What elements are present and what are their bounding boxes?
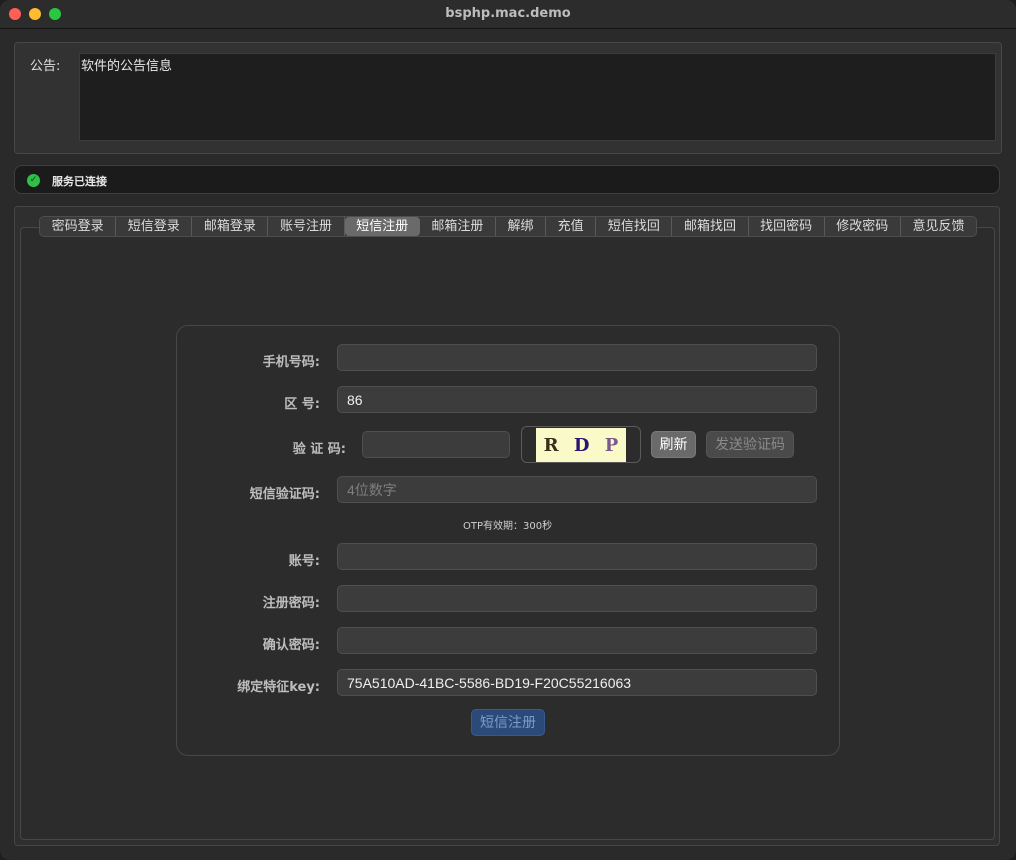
status-text: 服务已连接 [52, 175, 107, 188]
captcha-char: P [604, 434, 619, 456]
bind-key-input[interactable] [337, 669, 817, 696]
tab-email-register[interactable]: 邮箱注册 [420, 217, 496, 236]
title-bar: bsphp.mac.demo [0, 0, 1016, 29]
tab-feedback[interactable]: 意见反馈 [901, 217, 976, 236]
tab-change-password[interactable]: 修改密码 [825, 217, 901, 236]
otp-validity-hint: OTP有效期：300秒 [463, 521, 553, 532]
confirm-password-label: 确认密码: [262, 638, 320, 653]
confirm-password-input[interactable] [337, 627, 817, 654]
password-input[interactable] [337, 585, 817, 612]
notice-label: 公告: [30, 59, 61, 74]
tab-email-login[interactable]: 邮箱登录 [192, 217, 269, 236]
sms-code-input[interactable] [337, 476, 817, 503]
tab-recover-password[interactable]: 找回密码 [749, 217, 825, 236]
account-label: 账号: [288, 554, 320, 569]
phone-label: 手机号码: [262, 355, 320, 370]
captcha-image[interactable]: R D P [536, 428, 626, 462]
tab-recharge[interactable]: 充值 [546, 217, 597, 236]
sms-register-button[interactable]: 短信注册 [471, 709, 545, 736]
account-input[interactable] [337, 543, 817, 570]
captcha-char: D [573, 434, 590, 456]
sms-code-label: 短信验证码: [249, 487, 320, 502]
notice-text-area[interactable]: 软件的公告信息 [79, 53, 996, 141]
app-window: bsphp.mac.demo 公告: 软件的公告信息 ✓ 服务已连接 密码登录 … [0, 0, 1016, 860]
refresh-captcha-button[interactable]: 刷新 [651, 431, 696, 458]
tab-sms-login[interactable]: 短信登录 [116, 217, 193, 236]
tab-password-login[interactable]: 密码登录 [40, 217, 117, 236]
tab-unbind[interactable]: 解绑 [496, 217, 547, 236]
tab-email-recover[interactable]: 邮箱找回 [672, 217, 749, 236]
tab-bar: 密码登录 短信登录 邮箱登录 账号注册 短信注册 邮箱注册 解绑 充值 短信找回… [39, 216, 977, 237]
phone-input[interactable] [337, 344, 817, 371]
window-title: bsphp.mac.demo [445, 6, 571, 21]
tab-sms-register[interactable]: 短信注册 [344, 217, 420, 236]
notice-panel: 公告: 软件的公告信息 [14, 42, 1002, 154]
captcha-label: 验 证 码: [292, 442, 346, 457]
connection-status-bar: ✓ 服务已连接 [14, 165, 1000, 194]
check-circle-icon: ✓ [27, 174, 40, 187]
bind-key-label: 绑定特征key: [237, 680, 320, 695]
tab-sms-recover[interactable]: 短信找回 [596, 217, 673, 236]
captcha-input[interactable] [362, 431, 510, 458]
captcha-image-frame[interactable]: R D P [521, 426, 641, 463]
captcha-char: R [543, 434, 559, 456]
area-code-input[interactable] [337, 386, 817, 413]
send-code-button[interactable]: 发送验证码 [706, 431, 794, 458]
area-code-label: 区 号: [284, 397, 320, 412]
password-label: 注册密码: [262, 596, 320, 611]
tab-account-register[interactable]: 账号注册 [268, 217, 345, 236]
